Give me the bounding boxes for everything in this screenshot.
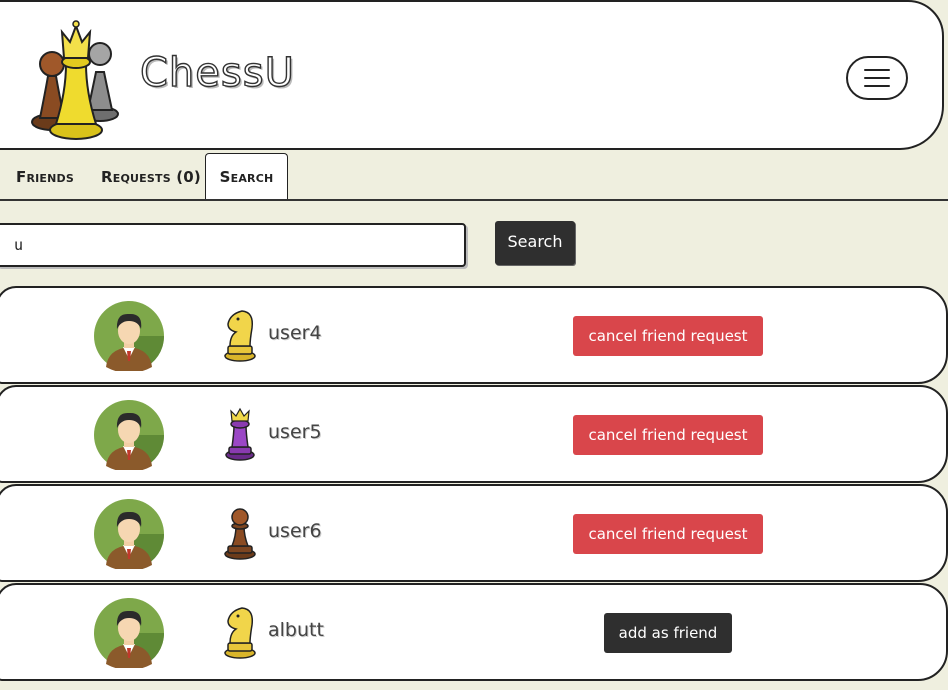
hamburger-icon-line xyxy=(864,77,890,79)
app-header: ChessU xyxy=(0,0,944,150)
menu-toggle-button[interactable] xyxy=(846,56,908,100)
hamburger-icon-line xyxy=(864,69,890,71)
username[interactable]: user4 xyxy=(268,322,322,344)
add-as-friend-button[interactable]: add as friend xyxy=(604,613,732,653)
pawn-brown-icon xyxy=(224,508,256,560)
search-button[interactable]: Search xyxy=(495,221,575,265)
username[interactable]: user6 xyxy=(268,520,322,542)
username[interactable]: albutt xyxy=(268,619,324,641)
result-row: user5 cancel friend request xyxy=(0,385,948,483)
result-row: user6 cancel friend request xyxy=(0,484,948,582)
search-input[interactable]: u xyxy=(0,223,466,267)
avatar-icon xyxy=(94,598,164,668)
knight-gold-icon xyxy=(224,310,256,362)
tab-bar: Friends Requests (0) Search xyxy=(0,152,948,200)
avatar-icon xyxy=(94,499,164,569)
result-row: albutt add as friend xyxy=(0,583,948,681)
queen-purple-icon xyxy=(225,407,255,461)
tab-requests[interactable]: Requests (0) xyxy=(101,164,201,190)
tab-divider xyxy=(0,199,948,201)
knight-gold-icon xyxy=(224,607,256,659)
cancel-friend-request-button[interactable]: cancel friend request xyxy=(573,316,763,356)
tab-search[interactable]: Search xyxy=(205,153,288,199)
cancel-friend-request-button[interactable]: cancel friend request xyxy=(573,415,763,455)
tab-friends[interactable]: Friends xyxy=(16,164,74,190)
brand-title: ChessU xyxy=(139,49,295,96)
cancel-friend-request-button[interactable]: cancel friend request xyxy=(573,514,763,554)
username[interactable]: user5 xyxy=(268,421,322,443)
hamburger-icon-line xyxy=(864,85,890,87)
avatar-icon xyxy=(94,400,164,470)
result-row: user4 cancel friend request xyxy=(0,286,948,384)
avatar-icon xyxy=(94,301,164,371)
chess-pieces-logo-icon xyxy=(31,20,119,140)
